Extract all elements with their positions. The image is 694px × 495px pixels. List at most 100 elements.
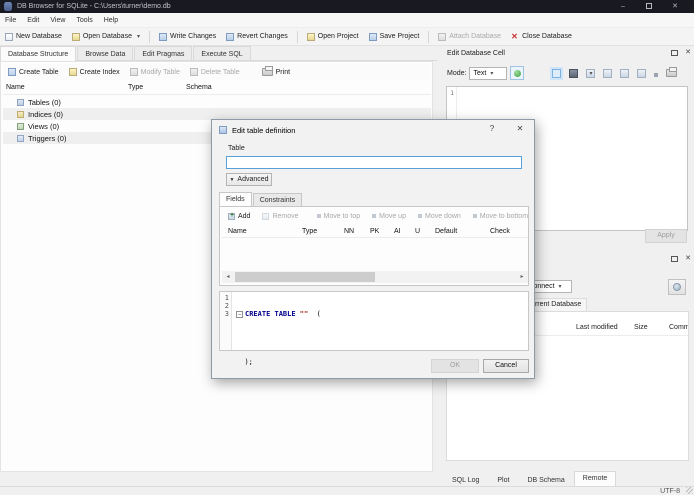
tab-remote[interactable]: Remote <box>573 471 617 486</box>
col-pk[interactable]: PK <box>370 228 379 235</box>
sql-preview: 1 2 3 − CREATE TABLE "" ( ); <box>219 291 529 366</box>
set-null-icon[interactable] <box>620 68 630 78</box>
column-name[interactable]: Name <box>6 84 25 91</box>
tab-browse-data[interactable]: Browse Data <box>77 46 134 60</box>
column-size[interactable]: Size <box>634 324 648 331</box>
menu-help[interactable]: Help <box>104 17 118 24</box>
revert-changes-button[interactable]: Revert Changes <box>221 29 293 45</box>
menu-tools[interactable]: Tools <box>76 17 92 24</box>
export-icon[interactable] <box>603 68 613 78</box>
attach-database-button: Attach Database <box>433 29 506 45</box>
create-table-icon <box>8 68 16 76</box>
open-project-button[interactable]: Open Project <box>302 29 364 45</box>
create-index-button[interactable]: Create Index <box>64 64 125 80</box>
close-panel-icon[interactable] <box>685 49 691 56</box>
cancel-button[interactable]: Cancel <box>483 359 529 373</box>
app-window: DB Browser for SQLite - C:\Users\turner\… <box>0 0 694 495</box>
open-database-icon <box>71 32 80 41</box>
menu-view[interactable]: View <box>50 17 65 24</box>
views-icon <box>17 122 24 130</box>
fullscreen-icon[interactable] <box>637 68 647 78</box>
menu-edit[interactable]: Edit <box>27 17 39 24</box>
tab-fields[interactable]: Fields <box>219 192 252 207</box>
fields-horizontal-scrollbar[interactable] <box>222 271 528 283</box>
tab-edit-pragmas[interactable]: Edit Pragmas <box>134 46 193 60</box>
text-mode-icon[interactable] <box>550 66 564 80</box>
maximize-button[interactable] <box>638 0 660 13</box>
window-title: DB Browser for SQLite - C:\Users\turner\… <box>17 2 171 10</box>
menu-bar: File Edit View Tools Help <box>0 13 694 28</box>
tree-column-header[interactable]: Name Type Schema <box>3 81 431 95</box>
column-last-modified[interactable]: Last modified <box>576 324 618 331</box>
modify-table-icon <box>129 68 138 76</box>
scroll-left-icon[interactable] <box>222 271 234 283</box>
toolbar-separator <box>428 30 430 43</box>
float-panel-icon[interactable] <box>671 49 679 56</box>
col-u[interactable]: U <box>415 228 420 235</box>
tab-plot[interactable]: Plot <box>488 473 518 486</box>
code-fold-icon[interactable]: − <box>236 311 243 318</box>
menu-file[interactable]: File <box>5 17 16 24</box>
col-nn[interactable]: NN <box>344 228 354 235</box>
close-database-icon <box>511 33 519 41</box>
write-changes-button[interactable]: Write Changes <box>154 29 221 45</box>
minimize-button[interactable]: – <box>612 0 634 13</box>
close-button[interactable]: ✕ <box>664 0 686 13</box>
move-down-button: Move down <box>412 213 467 220</box>
delete-table-button: Delete Table <box>185 64 245 80</box>
close-panel-icon[interactable] <box>685 255 691 262</box>
delete-table-icon <box>189 68 198 76</box>
column-commit[interactable]: Comm <box>669 324 688 331</box>
edit-cell-toolbar: Mode: Text <box>443 62 694 84</box>
cell-print-icon[interactable] <box>666 67 678 77</box>
tab-sql-log[interactable]: SQL Log <box>443 473 488 486</box>
encoding-indicator[interactable]: UTF-8 <box>660 488 680 495</box>
tab-execute-sql[interactable]: Execute SQL <box>193 46 251 60</box>
scrollbar-thumb[interactable] <box>235 272 375 282</box>
tab-db-schema[interactable]: DB Schema <box>518 473 573 486</box>
remote-connect-button[interactable] <box>668 279 686 295</box>
tables-icon <box>17 98 24 106</box>
tree-item-tables[interactable]: Tables (0) <box>3 96 431 108</box>
column-type[interactable]: Type <box>128 84 143 91</box>
col-default[interactable]: Default <box>435 228 457 235</box>
col-type[interactable]: Type <box>302 228 317 235</box>
tab-constraints[interactable]: Constraints <box>252 193 303 206</box>
word-wrap-icon[interactable] <box>654 72 659 77</box>
mode-select[interactable]: Text <box>469 66 508 80</box>
float-panel-icon[interactable] <box>671 255 679 262</box>
new-database-button[interactable]: New Database <box>0 29 67 45</box>
scroll-right-icon[interactable] <box>516 271 528 283</box>
triggers-icon <box>17 134 24 142</box>
add-field-button[interactable]: Add <box>222 212 256 220</box>
close-database-button[interactable]: Close Database <box>506 29 577 45</box>
import-icon[interactable] <box>586 68 596 78</box>
tab-database-structure[interactable]: Database Structure <box>0 46 77 61</box>
col-check[interactable]: Check <box>490 228 510 235</box>
print-button[interactable]: Print <box>257 64 295 80</box>
move-up-icon <box>372 214 377 218</box>
dialog-close-button[interactable]: ✕ <box>514 124 526 136</box>
auto-apply-button[interactable] <box>510 66 525 80</box>
col-name[interactable]: Name <box>228 228 247 235</box>
revert-changes-icon <box>226 32 235 41</box>
app-icon <box>4 2 12 11</box>
open-database-button[interactable]: Open Database <box>67 29 145 45</box>
edit-cell-panel-header: Edit Database Cell <box>443 46 694 61</box>
column-schema[interactable]: Schema <box>186 84 212 91</box>
create-table-button[interactable]: Create Table <box>3 64 64 80</box>
resize-grip[interactable] <box>686 487 693 494</box>
advanced-button[interactable]: Advanced <box>226 173 272 186</box>
table-name-input[interactable] <box>226 156 522 169</box>
dialog-help-button[interactable]: ? <box>486 124 498 136</box>
save-project-icon <box>368 32 377 41</box>
apply-button: Apply <box>645 229 687 243</box>
move-to-bottom-icon <box>472 214 477 218</box>
edit-table-definition-dialog: Edit table definition ? ✕ Table Advanced… <box>211 119 535 379</box>
binary-mode-icon[interactable] <box>569 68 579 78</box>
col-ai[interactable]: AI <box>394 228 401 235</box>
globe-icon <box>673 283 681 291</box>
sql-code: − CREATE TABLE "" ( ); <box>236 310 321 366</box>
save-project-button[interactable]: Save Project <box>364 29 425 45</box>
move-to-top-icon <box>316 214 321 218</box>
